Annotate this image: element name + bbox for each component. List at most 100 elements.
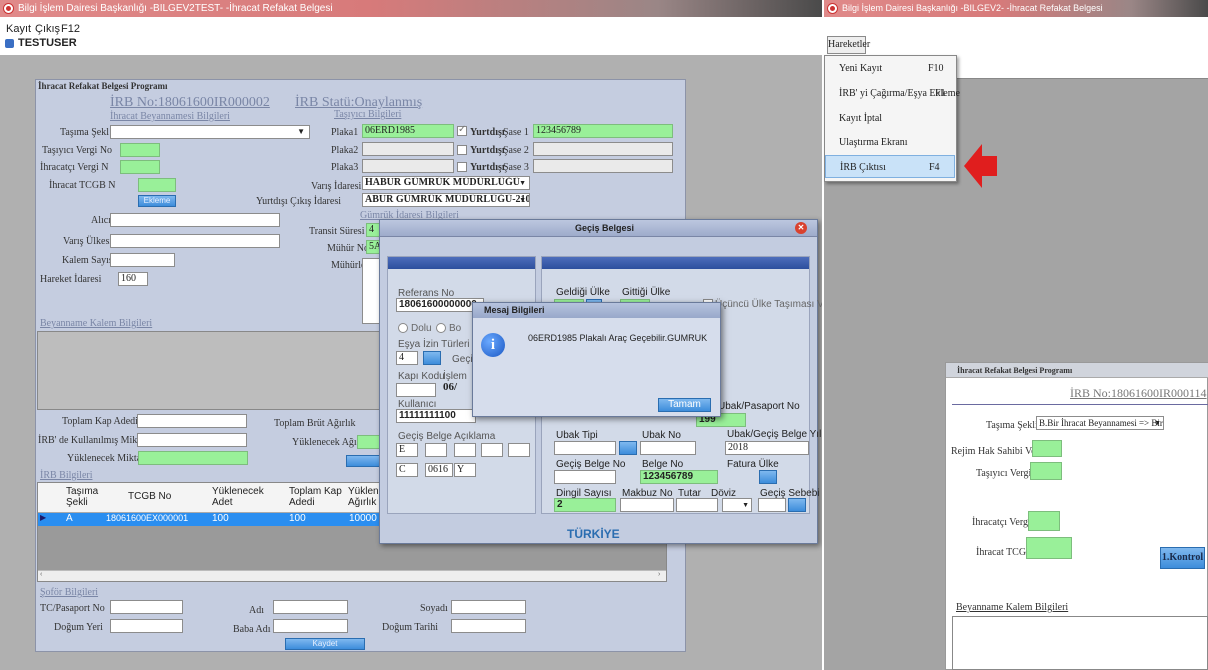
ihracatci-vergi-field[interactable]: [120, 160, 160, 174]
menu-item-kayit-iptal[interactable]: Kayıt İptal: [825, 107, 955, 130]
label-hareket-idaresi: Hareket İdaresi: [40, 274, 102, 285]
second-tcgb-field[interactable]: [1026, 537, 1072, 559]
ubak-tipi-lookup-button[interactable]: [619, 441, 637, 455]
hareket-idaresi-field[interactable]: 160: [118, 272, 148, 286]
plaka1-field[interactable]: 06ERD1985: [362, 124, 454, 138]
fatura-lookup-button[interactable]: [759, 470, 777, 484]
yuklenecek-miktar-field[interactable]: [138, 451, 248, 465]
ihracat-tcgb-field[interactable]: [138, 178, 176, 192]
toplam-kap-field[interactable]: [137, 414, 247, 428]
dingil-field[interactable]: 2: [554, 498, 616, 512]
grid-header-adet: Yüklenecek Adet: [212, 486, 264, 508]
label-gecis-belge-no: Geçiş Belge No: [556, 459, 626, 470]
label-tasiyici-vergi: Taşıyıcı Vergi No: [42, 145, 113, 156]
kalem-sayisi-field[interactable]: [110, 253, 175, 267]
second-tasima-select[interactable]: B.Bir İhracat Beyannamesi => Birden Çok▼: [1036, 416, 1164, 430]
tasima-select[interactable]: ▼: [110, 125, 310, 139]
second-rejim-field[interactable]: [1032, 440, 1062, 457]
label-yurtdisi2: Yurtdışı: [470, 145, 505, 156]
chevron-down-icon: ▼: [742, 501, 749, 509]
grid-hscrollbar[interactable]: ‹ ›: [38, 570, 666, 581]
c-field[interactable]: C: [396, 463, 418, 477]
second-kalem-grid[interactable]: [952, 616, 1208, 670]
referans-field[interactable]: 18061600000000: [396, 298, 484, 312]
gecis-left-header: [388, 257, 535, 269]
makbuz-field[interactable]: [620, 498, 674, 512]
sase2-field[interactable]: [533, 142, 673, 156]
label-soyadi: Soyadı: [420, 603, 448, 614]
c-value-field[interactable]: 0616: [425, 463, 453, 477]
kaydet-button[interactable]: Kaydet: [285, 638, 365, 650]
varis-idaresi-select[interactable]: HABUR GÜMRÜK MÜDÜRLÜĞÜ ▼: [362, 176, 530, 190]
doviz-select[interactable]: ▼: [722, 498, 752, 512]
tamam-button[interactable]: Tamam: [658, 398, 711, 412]
kalem-grid[interactable]: [37, 331, 384, 410]
ubak-yil-field[interactable]: 2018: [725, 441, 809, 455]
label-yuklenecek-miktar: Yüklenecek Miktar: [67, 453, 145, 464]
esya-field[interactable]: 4: [396, 351, 418, 365]
label-ihracat-tcgb: İhracat TCGB N: [49, 180, 116, 191]
close-icon[interactable]: ✕: [795, 222, 807, 234]
label-kapi: Kapı Kodu: [398, 371, 445, 382]
baba-adi-field[interactable]: [273, 619, 348, 633]
label-dogum-yeri: Doğum Yeri: [54, 622, 103, 633]
e-field[interactable]: E: [396, 443, 418, 457]
aciklama-box-2[interactable]: [454, 443, 476, 457]
varis-ulkesi-field[interactable]: [110, 234, 280, 248]
adi-field[interactable]: [273, 600, 348, 614]
dolu-radio-icon[interactable]: [398, 323, 408, 333]
ekleme-button[interactable]: Ekleme: [138, 195, 176, 207]
plaka2-field[interactable]: [362, 142, 454, 156]
label-kalem-sayisi: Kalem Sayısı: [62, 255, 116, 266]
menu-item-ulastirma[interactable]: Ulaştırma Ekranı: [825, 131, 955, 154]
aciklama-box-1[interactable]: [425, 443, 447, 457]
dogum-tarihi-field[interactable]: [451, 619, 526, 633]
irb-kullanilmis-field[interactable]: [137, 433, 247, 447]
sebebi-lookup-button[interactable]: [788, 498, 806, 512]
menu-item-irb-ciktisi[interactable]: İRB Çıktısı F4: [825, 155, 955, 178]
label-gecis-partial: Geçi: [452, 354, 473, 365]
label-toplam-brut: Toplam Brüt Ağırlık: [274, 418, 356, 429]
kalem-heading: Beyanname Kalem Bilgileri: [40, 318, 153, 329]
sase3-field[interactable]: [533, 159, 673, 173]
aciklama-box-3[interactable]: [481, 443, 503, 457]
tutar-field[interactable]: [676, 498, 718, 512]
kullanici-field[interactable]: 11111111100: [396, 409, 476, 423]
scroll-left-icon[interactable]: ‹: [40, 571, 42, 578]
scroll-right-icon[interactable]: ›: [658, 571, 660, 578]
dogum-yeri-field[interactable]: [110, 619, 183, 633]
yurtdisi2-checkbox[interactable]: [457, 145, 467, 155]
belge-no-field[interactable]: 123456789: [640, 470, 718, 484]
yurtdisi-cikis-select[interactable]: ABUR GÜMRÜK MÜDÜRLÜĞÜ-210- ▼: [362, 193, 530, 207]
tasiyici-vergi-field[interactable]: [120, 143, 160, 157]
second-ihracatci-field[interactable]: [1028, 511, 1060, 531]
soyadi-field[interactable]: [451, 600, 526, 614]
second-tasiyici-field[interactable]: [1030, 462, 1062, 480]
tc-field[interactable]: [110, 600, 183, 614]
menu-f12[interactable]: F12: [61, 23, 80, 35]
ubak-no-field[interactable]: [640, 441, 696, 455]
menu-cikis[interactable]: Çıkış: [35, 23, 60, 35]
user-name: TESTUSER: [18, 37, 77, 49]
kapi-field[interactable]: [396, 383, 436, 397]
gecis-belge-no-field[interactable]: [554, 470, 616, 484]
plaka3-field[interactable]: [362, 159, 454, 173]
ubak-tipi-field[interactable]: [554, 441, 616, 455]
hareketler-menu[interactable]: Hareketler: [827, 36, 870, 54]
grid-add-button[interactable]: [346, 455, 382, 467]
menu-kayit[interactable]: Kayıt: [6, 23, 31, 35]
label-transit: Transit Süresi: [309, 226, 365, 237]
y-field[interactable]: Y: [454, 463, 476, 477]
alici-field[interactable]: [110, 213, 280, 227]
kontrol-button[interactable]: 1.Kontrol: [1160, 547, 1205, 569]
sebebi-field[interactable]: [758, 498, 786, 512]
sase1-field[interactable]: 123456789: [533, 124, 673, 138]
yurtdisi3-checkbox[interactable]: [457, 162, 467, 172]
menu-item-yeni-kayit[interactable]: Yeni Kayıt F10: [825, 57, 955, 80]
bos-radio-icon[interactable]: [436, 323, 446, 333]
aciklama-box-4[interactable]: [508, 443, 530, 457]
menu-item-irb-cagirma[interactable]: İRB' yi Çağırma/Eşya Ekleme F1: [825, 82, 960, 105]
label-ubak-no: Ubak No: [642, 430, 681, 441]
esya-lookup-button[interactable]: [423, 351, 441, 365]
grid-cell-agirlik: 10000: [349, 513, 377, 524]
